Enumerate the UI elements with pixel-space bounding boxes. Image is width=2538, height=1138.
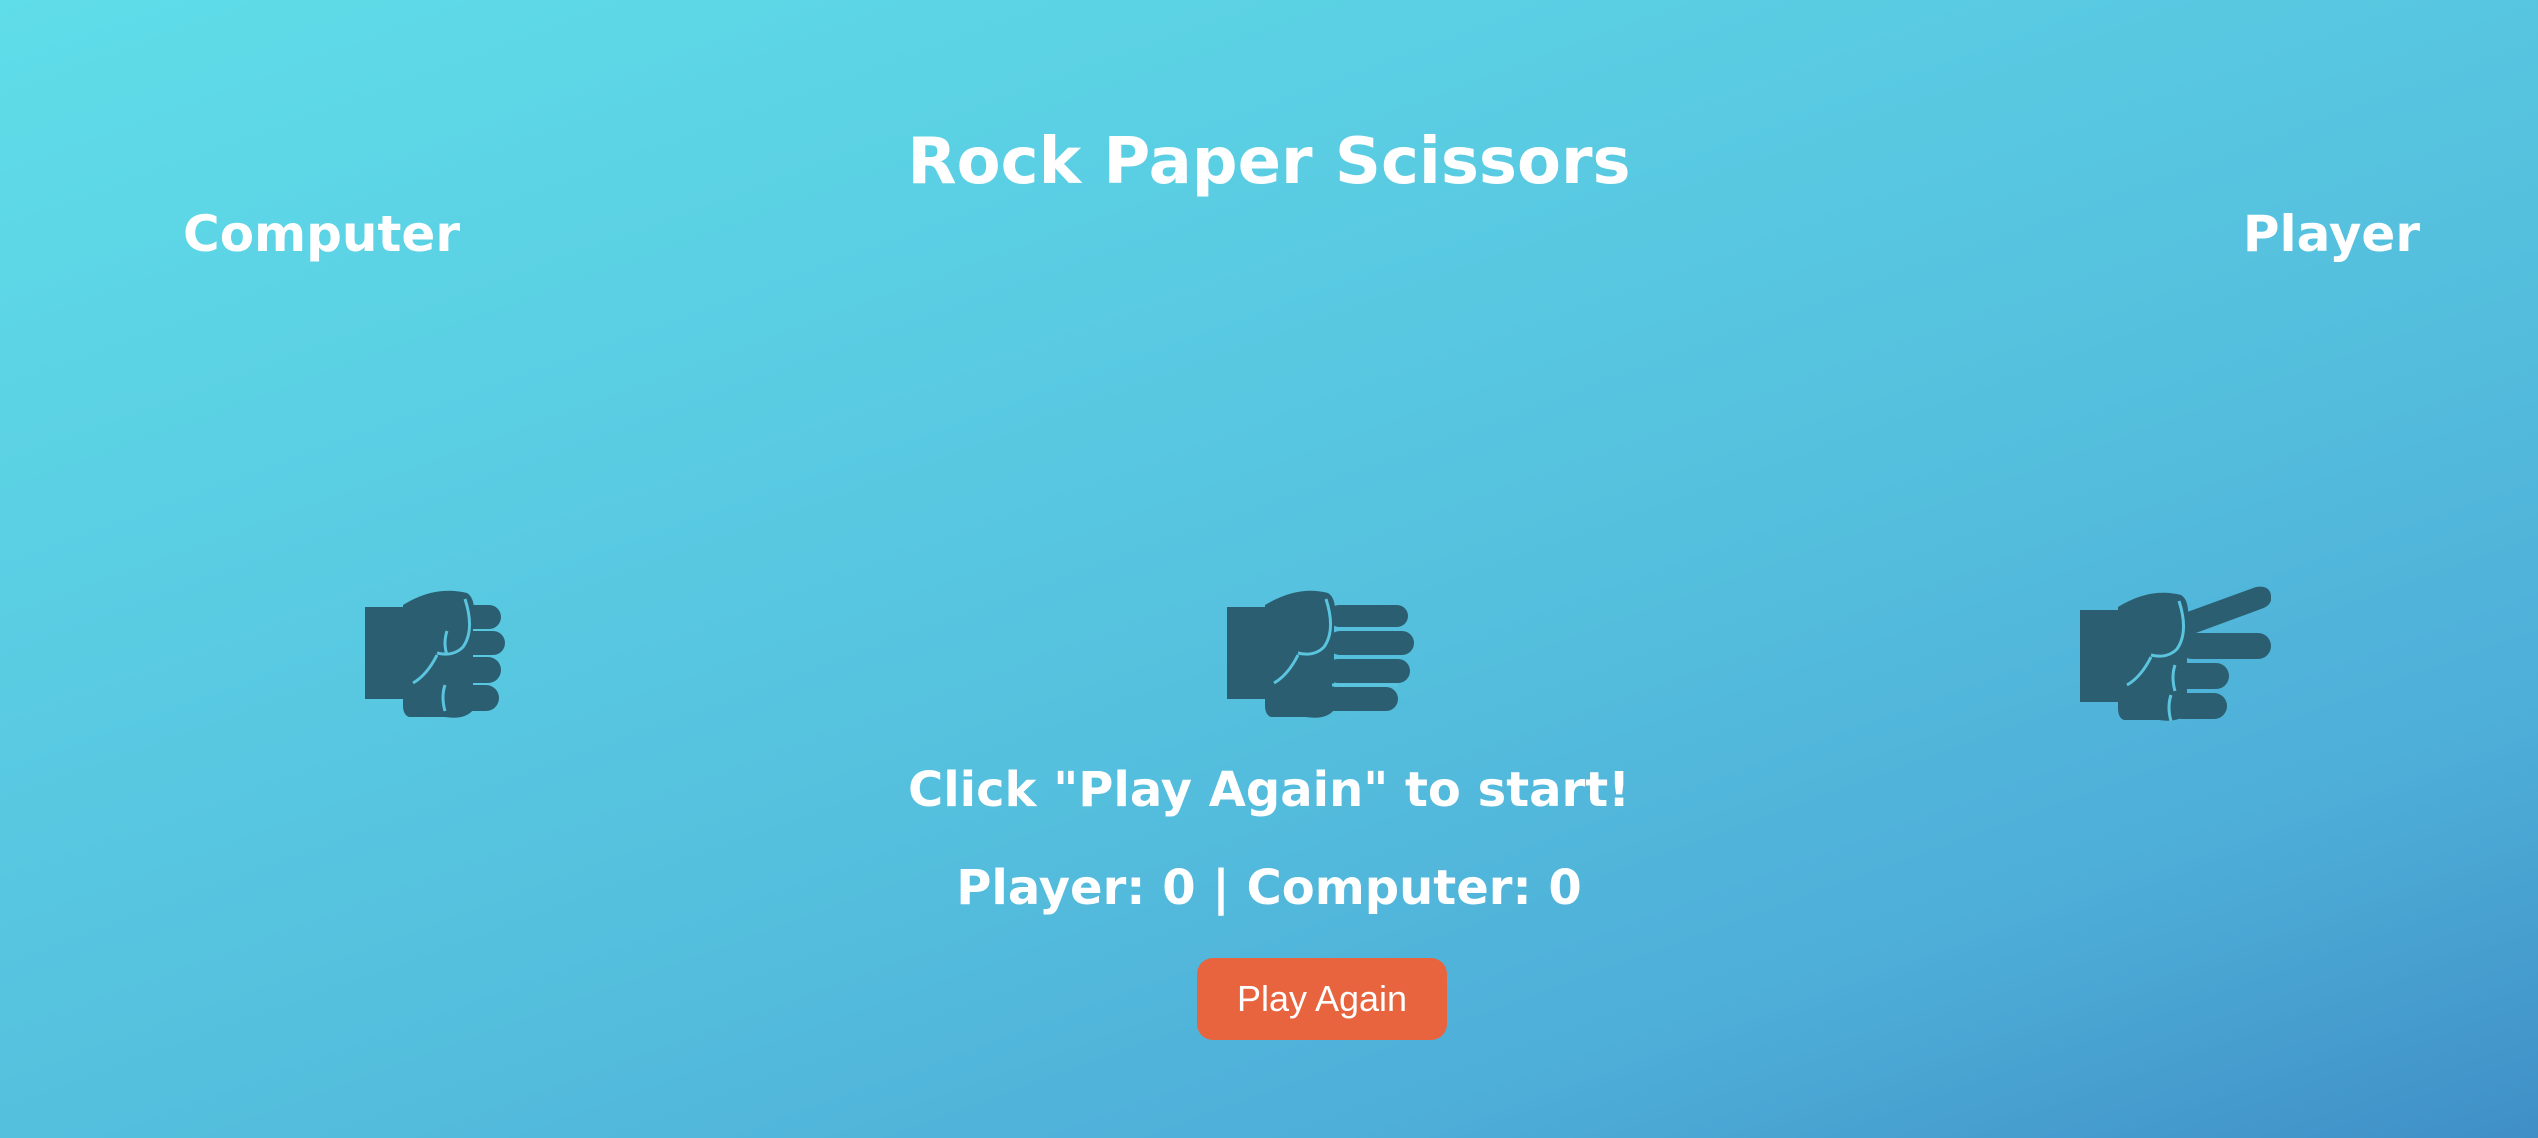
score-display: Player: 0 | Computer: 0 [956,860,1582,916]
player-label: Player [2242,205,2420,263]
scissors-choice-button[interactable] [2071,575,2271,735]
computer-label: Computer [183,205,461,263]
scissors-hand-icon [2080,586,2271,722]
rock-choice-button[interactable] [365,575,565,735]
status-message: Click "Play Again" to start! [907,762,1631,818]
paper-choice-button[interactable] [1218,575,1418,735]
play-again-button[interactable]: Play Again [1197,958,1447,1040]
game-title: Rock Paper Scissors [907,125,1631,199]
paper-hand-icon [1227,590,1414,718]
rock-hand-icon [365,590,505,718]
